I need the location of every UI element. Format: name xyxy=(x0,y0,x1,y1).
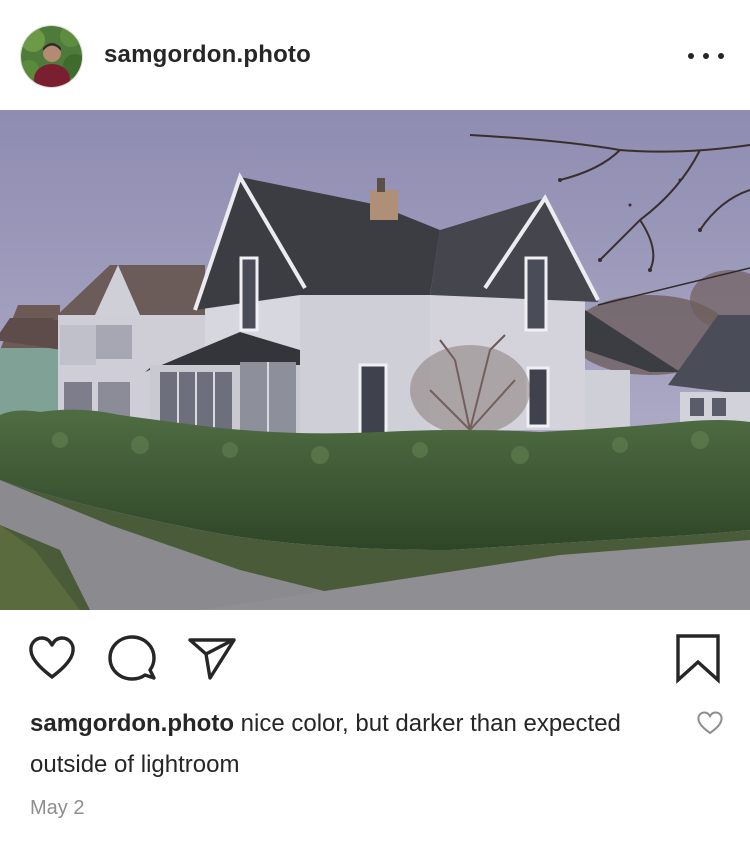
caption-username[interactable]: samgordon.photo xyxy=(30,710,234,737)
post-date: May 2 xyxy=(30,797,85,819)
avatar[interactable] xyxy=(20,25,83,88)
heart-icon[interactable] xyxy=(26,632,78,684)
post-username[interactable]: samgordon.photo xyxy=(104,41,311,69)
paper-plane-icon[interactable] xyxy=(186,632,238,684)
post-photo[interactable] xyxy=(0,110,750,610)
action-bar xyxy=(0,610,750,700)
avatar-image xyxy=(21,26,82,87)
post-header: samgordon.photo xyxy=(0,0,750,110)
more-options-icon[interactable] xyxy=(688,44,724,68)
more-dot xyxy=(703,53,709,59)
house-photo xyxy=(0,110,750,610)
comment-bubble-icon[interactable] xyxy=(106,632,158,684)
small-heart-icon[interactable] xyxy=(696,710,724,736)
more-dot xyxy=(688,53,694,59)
more-dot xyxy=(718,53,724,59)
bookmark-icon[interactable] xyxy=(672,632,724,684)
post-caption: samgordon.photo nice color, but darker t… xyxy=(30,703,670,785)
